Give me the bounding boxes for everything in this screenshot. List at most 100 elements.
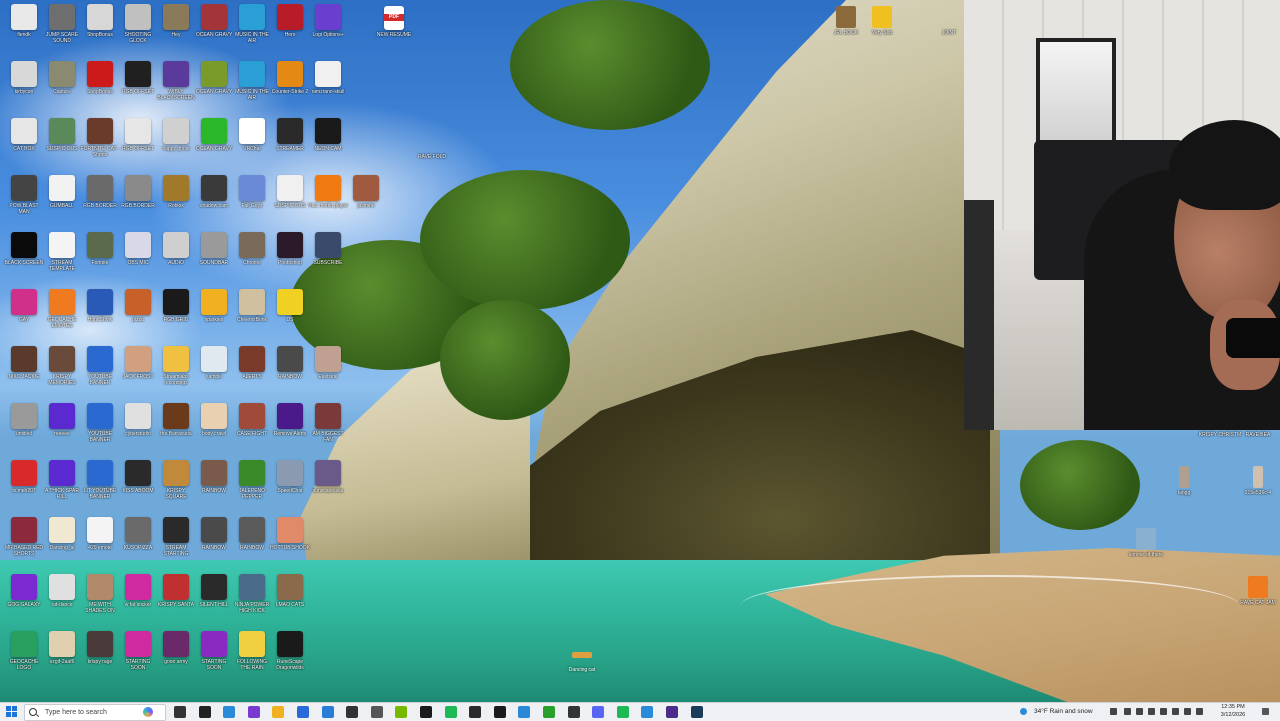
desktop-icon[interactable]: Hey bbox=[156, 4, 196, 58]
floating-sticker[interactable]: Dancing cat bbox=[556, 652, 608, 676]
desktop-icon[interactable]: KRISPY MEMORIES bbox=[42, 346, 82, 400]
desktop-icon[interactable]: STARTING SOON bbox=[118, 631, 158, 685]
desktop-icon[interactable]: CAT BOX bbox=[4, 118, 44, 172]
desktop-icon[interactable]: ShopBonus bbox=[80, 4, 120, 58]
vscode-icon[interactable] bbox=[641, 706, 653, 718]
desktop-icon[interactable]: RAINBOW bbox=[194, 460, 234, 514]
desktop-icon[interactable]: Logi Options+ bbox=[308, 4, 348, 58]
desktop-icon[interactable]: Eastside bbox=[308, 346, 348, 400]
desktop-icon[interactable]: BLACK SCREEN bbox=[4, 232, 44, 286]
desktop-icon[interactable]: Hero bbox=[270, 4, 310, 58]
desktop-icon[interactable]: ME WITH SHADES ON bbox=[80, 574, 120, 628]
mail-icon[interactable] bbox=[322, 706, 334, 718]
desktop-icon[interactable]: ALERTS bbox=[232, 346, 272, 400]
clock[interactable]: 12:35 PM 3/12/2026 bbox=[1212, 704, 1254, 719]
desktop-icon[interactable]: MR BASED RED SHORTS bbox=[4, 517, 44, 571]
desktop-icon[interactable]: w fat sticker bbox=[118, 574, 158, 628]
desktop-icon[interactable]: STREAM STARTING bbox=[156, 517, 196, 571]
desktop-icon[interactable]: ts.meh207 bbox=[4, 460, 44, 514]
nvidia-icon[interactable] bbox=[395, 706, 407, 718]
search-box[interactable]: Type here to search bbox=[24, 704, 166, 721]
desktop-icon[interactable]: NINJA POWER HIGH KICK bbox=[232, 574, 272, 628]
desktop-icon[interactable]: KUSOPIZZA bbox=[118, 517, 158, 571]
desktop-icon-top-2[interactable]: Very Sob bbox=[860, 6, 904, 36]
desktop-icon[interactable]: DS bbox=[270, 289, 310, 343]
wifi-icon[interactable] bbox=[1172, 708, 1179, 715]
desktop-icon[interactable]: Fortnite bbox=[80, 232, 120, 286]
desktop-icon[interactable]: SHOOTING GLOCK bbox=[118, 4, 158, 58]
desktop-icon[interactable]: goon army bbox=[156, 631, 196, 685]
desktop-icon[interactable]: shadow cam bbox=[194, 175, 234, 229]
desktop-icon[interactable]: MUSIC IN THE AIR bbox=[232, 4, 272, 58]
desktop-icon[interactable]: Fall Guys bbox=[232, 175, 272, 229]
desktop-icon[interactable]: A THICK SPAR RILL bbox=[42, 460, 82, 514]
desktop-icon[interactable]: AM BIGGEST FAN bbox=[308, 403, 348, 457]
desktop-icon[interactable]: MUSIC IN THE AIR bbox=[232, 61, 272, 115]
desktop-icon[interactable]: SILENT HILL bbox=[194, 574, 234, 628]
network-icon[interactable] bbox=[1160, 708, 1167, 715]
desktop-icon[interactable]: 420 emote bbox=[80, 517, 120, 571]
desktop-icon[interactable]: ezgif-2aaf6 bbox=[42, 631, 82, 685]
desktop-icon-misc[interactable]: RAVE FOLD bbox=[412, 126, 452, 180]
pen-icon[interactable] bbox=[1124, 708, 1131, 715]
desktop-icon-top-3[interactable]: JOINT bbox=[934, 6, 964, 36]
desktop-icon[interactable]: sample bbox=[194, 346, 234, 400]
desktop-icon[interactable]: SpeedChat bbox=[270, 460, 310, 514]
chevron-up-icon[interactable] bbox=[1110, 708, 1117, 715]
discord-icon[interactable] bbox=[592, 706, 604, 718]
desktop-icon[interactable]: CASE FIGHT bbox=[232, 403, 272, 457]
gear-icon[interactable] bbox=[371, 706, 383, 718]
desktop-icon[interactable]: Capture bbox=[42, 61, 82, 115]
chrome-icon[interactable] bbox=[543, 706, 555, 718]
desktop-icon[interactable]: Remove Alerts bbox=[270, 403, 310, 457]
camera-icon[interactable] bbox=[1148, 708, 1155, 715]
desktop-icon[interactable]: GOG GALAXY bbox=[4, 574, 44, 628]
desktop-icon[interactable]: Streamlabs recordings bbox=[156, 346, 196, 400]
desktop-icon[interactable]: RGB GRID bbox=[156, 289, 196, 343]
terminal-icon[interactable] bbox=[469, 706, 481, 718]
desktop-icon-pdf[interactable]: PDF NEW RESUME bbox=[374, 6, 414, 60]
desktop-icon[interactable]: fiendk bbox=[4, 4, 44, 58]
desktop-icon[interactable]: RAINBOW bbox=[232, 517, 272, 571]
github-icon[interactable] bbox=[420, 706, 432, 718]
obs-studio-icon[interactable] bbox=[666, 706, 678, 718]
desktop-icon[interactable]: OBS MIC bbox=[118, 232, 158, 286]
file-explorer-icon[interactable] bbox=[272, 706, 284, 718]
desktop-icon[interactable]: JUMP SCARE SOUND bbox=[42, 4, 82, 58]
steam-icon[interactable] bbox=[691, 706, 703, 718]
desktop-icon[interactable]: SUSPICIOUS bbox=[42, 118, 82, 172]
desktop-icon[interactable]: KRISPY SANTA bbox=[156, 574, 196, 628]
obs-icon[interactable] bbox=[568, 706, 580, 718]
desktop-icon[interactable]: GAY bbox=[4, 289, 44, 343]
desktop-icon[interactable]: body crawl bbox=[194, 403, 234, 457]
alienware-command-icon[interactable] bbox=[346, 706, 358, 718]
spotify-icon[interactable] bbox=[445, 706, 457, 718]
desktop-icon[interactable]: ramzrano-skull bbox=[308, 61, 348, 115]
desktop-icon[interactable]: cyberstudio bbox=[118, 403, 158, 457]
desktop-icon[interactable]: FOLLOWING THE RAIN bbox=[232, 631, 272, 685]
copilot-icon[interactable] bbox=[143, 707, 153, 717]
desktop-icon[interactable]: sparkles bbox=[194, 289, 234, 343]
desktop-icon-right-4[interactable]: 315e536c-4 bbox=[1236, 466, 1280, 496]
desktop-icon[interactable]: Hunt:Show bbox=[80, 289, 120, 343]
desktop-icon[interactable]: RGB OFFSET bbox=[118, 118, 158, 172]
desktop-icon[interactable]: NIKO JACKIE bbox=[4, 346, 44, 400]
desktop-icon-right-3[interactable]: tangg bbox=[1162, 466, 1206, 496]
desktop-icon[interactable]: GEOCACHE EMOTES bbox=[42, 289, 82, 343]
desktop-icon[interactable]: jasmine bbox=[346, 175, 386, 229]
desktop-icon[interactable]: sunscapeasia bbox=[308, 460, 348, 514]
desktop-icon-right-6[interactable]: RAVE CAT JAM bbox=[1236, 576, 1280, 606]
file-icon[interactable] bbox=[518, 706, 530, 718]
desktop-icon[interactable]: kirbycon bbox=[4, 61, 44, 115]
store-icon[interactable] bbox=[297, 706, 309, 718]
desktop-icon[interactable]: Counter-Strike 2 bbox=[270, 61, 310, 115]
desktop-icon[interactable]: Chrome bbox=[232, 232, 272, 286]
desktop-icon[interactable]: untitled bbox=[4, 403, 44, 457]
notification-icon[interactable] bbox=[1262, 708, 1269, 715]
battery-icon[interactable] bbox=[1196, 708, 1203, 715]
desktop-icon[interactable]: RuneScape Dragonwilds bbox=[270, 631, 310, 685]
desktop-icon[interactable]: STREAMER bbox=[270, 118, 310, 172]
desktop-icon[interactable]: OCEAN GRAVY bbox=[194, 118, 234, 172]
task-view-icon[interactable] bbox=[174, 706, 186, 718]
start-button[interactable] bbox=[6, 706, 17, 717]
